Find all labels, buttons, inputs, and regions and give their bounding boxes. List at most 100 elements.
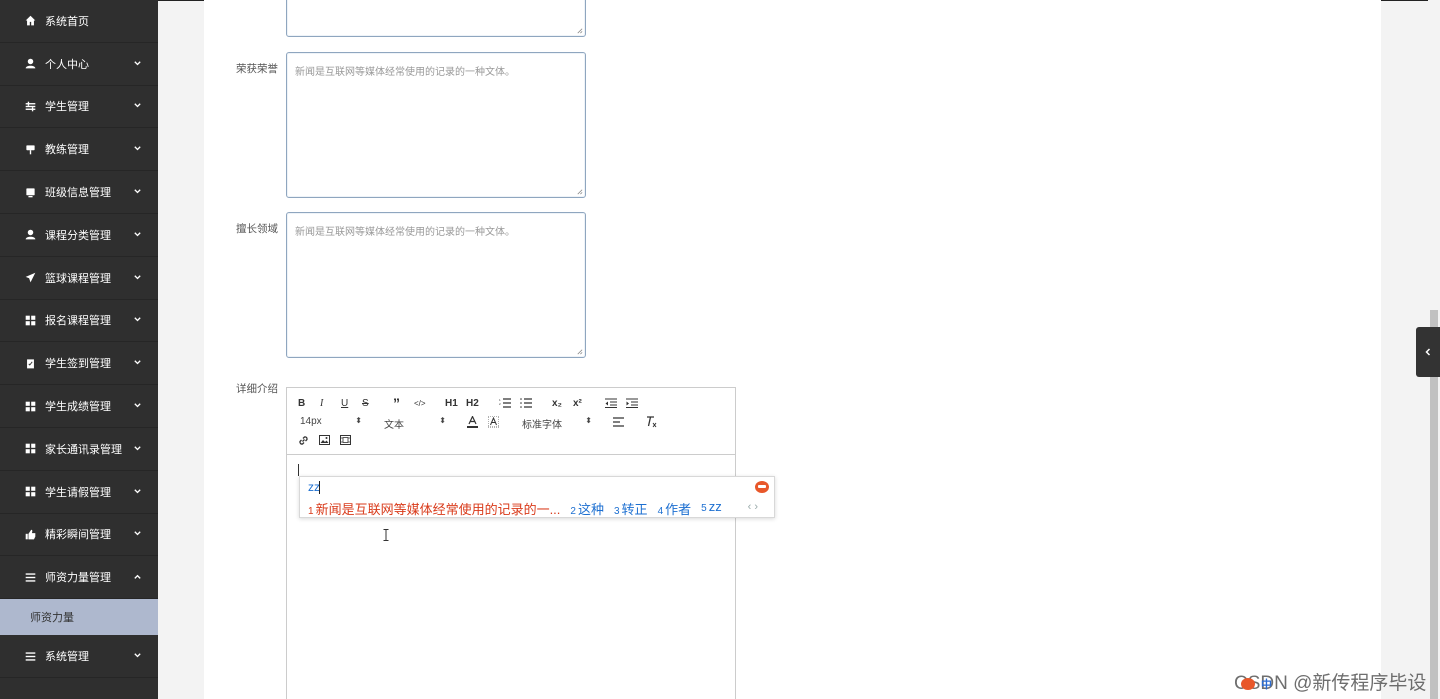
sliders-icon (24, 100, 36, 112)
user-icon (24, 229, 36, 241)
list-icon (24, 650, 36, 662)
sidebar-item-label: 系统管理 (45, 651, 89, 664)
chevron-down-icon (133, 316, 142, 325)
chevron-up-icon (133, 572, 142, 581)
header-select[interactable]: 文本 ⬍ (384, 416, 446, 431)
bullet-list-icon[interactable] (520, 396, 532, 410)
expertise-label: 擅长领域 (236, 223, 278, 235)
heading1-button[interactable]: H1 (445, 396, 458, 410)
code-block-button[interactable]: </> (414, 396, 426, 410)
sidebar-item-label: 师资力量管理 (45, 572, 111, 585)
chevron-down-icon (133, 230, 142, 239)
sidebar-item-label: 课程分类管理 (45, 229, 111, 242)
ime-candidate-list: 1 新闻是互联网等媒体经常使用的记录的一... 2 这种 3 转正 4 作者 5 zz (308, 499, 732, 518)
sidebar-item-label: 学生请假管理 (45, 486, 111, 499)
user-icon (24, 58, 36, 70)
sidebar-item-faculty[interactable]: 师资力量管理 (0, 556, 158, 600)
expertise-textarea[interactable]: 新闻是互联网等媒体经常使用的记录的一种文体。 (286, 212, 586, 358)
ime-candidate[interactable]: 5 zz (701, 499, 722, 518)
select-arrows-icon: ⬍ (439, 416, 446, 425)
text-cursor-icon (383, 529, 389, 541)
ime-tray-logo-icon (1241, 678, 1255, 690)
sidebar-item-coaches[interactable]: 教练管理 (0, 128, 158, 172)
sidebar-item-course-categories[interactable]: 课程分类管理 (0, 214, 158, 257)
chevron-down-icon (133, 187, 142, 196)
chevron-left-icon (1425, 348, 1431, 356)
sidebar-item-basketball-courses[interactable]: 篮球课程管理 (0, 257, 158, 300)
ime-logo-icon (755, 481, 769, 493)
background-color-icon[interactable] (488, 415, 499, 429)
ime-candidate[interactable]: 1 新闻是互联网等媒体经常使用的记录的一... (308, 499, 560, 518)
sidebar-item-parent-contacts[interactable]: 家长通讯录管理 (0, 428, 158, 471)
font-family-select[interactable]: 标准字体 ⬍ (522, 416, 592, 431)
expertise-placeholder: 新闻是互联网等媒体经常使用的记录的一种文体。 (295, 227, 515, 238)
sidebar-item-profile[interactable]: 个人中心 (0, 43, 158, 86)
blockquote-button[interactable]: ” (393, 395, 400, 411)
chevron-down-icon (133, 358, 142, 367)
sidebar: 系统首页 个人中心 学生管理 教练管理 班级信息管理 课程分类管理 篮球课程管理… (0, 0, 158, 699)
superscript-button[interactable]: x² (573, 396, 582, 410)
previous-textarea[interactable] (286, 0, 586, 37)
video-icon[interactable] (340, 433, 351, 447)
indent-icon[interactable] (626, 396, 638, 410)
sidebar-item-grades[interactable]: 学生成绩管理 (0, 385, 158, 428)
sidebar-item-system[interactable]: 系统管理 (0, 635, 158, 678)
align-icon[interactable] (613, 415, 624, 429)
paper-plane-icon (24, 272, 36, 284)
sidebar-item-leave-requests[interactable]: 学生请假管理 (0, 471, 158, 514)
sidebar-item-label: 班级信息管理 (45, 187, 111, 200)
font-size-select[interactable]: 14px ⬍ (300, 416, 362, 427)
ime-candidate[interactable]: 3 转正 (614, 499, 648, 518)
chevron-down-icon (133, 102, 142, 111)
chevron-down-icon (133, 273, 142, 282)
resize-grip-icon[interactable] (576, 348, 583, 355)
heading2-button[interactable]: H2 (466, 396, 479, 410)
editor-caret (298, 464, 299, 476)
font-family-value: 标准字体 (522, 420, 562, 431)
sidebar-item-highlights[interactable]: 精彩瞬间管理 (0, 514, 158, 557)
sidebar-subitem-faculty[interactable]: 师资力量 (0, 599, 158, 636)
clear-format-icon[interactable] (645, 415, 657, 429)
honors-label: 荣获荣誉 (236, 63, 278, 75)
sidebar-item-classes[interactable]: 班级信息管理 (0, 171, 158, 214)
ordered-list-icon[interactable]: 12 (499, 396, 511, 410)
bold-button[interactable]: B (298, 396, 305, 410)
sidebar-item-label: 学生管理 (45, 101, 89, 114)
collapse-panel-button[interactable] (1416, 327, 1440, 377)
chevron-down-icon (133, 487, 142, 496)
editor-toolbar: B I U S ” </> H1 H2 12 x₂ x² 14px ⬍ 文本 ⬍ 标… (287, 388, 735, 455)
underline-button[interactable]: U (341, 396, 348, 410)
strikethrough-button[interactable]: S (362, 396, 369, 410)
resize-grip-icon[interactable] (576, 27, 583, 34)
ime-candidate[interactable]: 4 作者 (658, 499, 692, 518)
rich-text-editor: B I U S ” </> H1 H2 12 x₂ x² 14px ⬍ 文本 ⬍ 标… (286, 387, 736, 699)
ime-candidate[interactable]: 2 这种 (570, 499, 604, 518)
resize-grip-icon[interactable] (576, 188, 583, 195)
chevron-down-icon (133, 144, 142, 153)
chevron-down-icon (133, 530, 142, 539)
ime-caret (319, 481, 320, 494)
subscript-button[interactable]: x₂ (552, 396, 562, 410)
thumbs-up-icon (24, 528, 36, 540)
sidebar-item-label: 学生成绩管理 (45, 401, 111, 414)
stamp-icon (24, 143, 36, 155)
outdent-icon[interactable] (605, 396, 617, 410)
ime-page-nav[interactable]: ‹ › (748, 501, 758, 513)
sidebar-item-enrollments[interactable]: 报名课程管理 (0, 300, 158, 343)
ime-candidate-popup: zz 1 新闻是互联网等媒体经常使用的记录的一... 2 这种 3 转正 4 作者 5z… (299, 476, 775, 518)
list-icon (24, 571, 36, 583)
sidebar-item-checkins[interactable]: 学生签到管理 (0, 342, 158, 386)
honors-placeholder: 新闻是互联网等媒体经常使用的记录的一种文体。 (295, 67, 515, 78)
link-icon[interactable] (298, 433, 309, 447)
tablet-icon (24, 186, 36, 198)
font-color-icon[interactable] (467, 415, 478, 429)
ime-tray-text[interactable]: 中 (1261, 676, 1272, 692)
sidebar-item-label: 系统首页 (45, 15, 89, 28)
image-icon[interactable] (319, 433, 330, 447)
grid-icon (24, 486, 36, 498)
italic-button[interactable]: I (320, 396, 323, 410)
detail-label: 详细介绍 (236, 383, 278, 395)
sidebar-item-students[interactable]: 学生管理 (0, 86, 158, 129)
honors-textarea[interactable]: 新闻是互联网等媒体经常使用的记录的一种文体。 (286, 52, 586, 198)
sidebar-item-home[interactable]: 系统首页 (0, 0, 158, 43)
